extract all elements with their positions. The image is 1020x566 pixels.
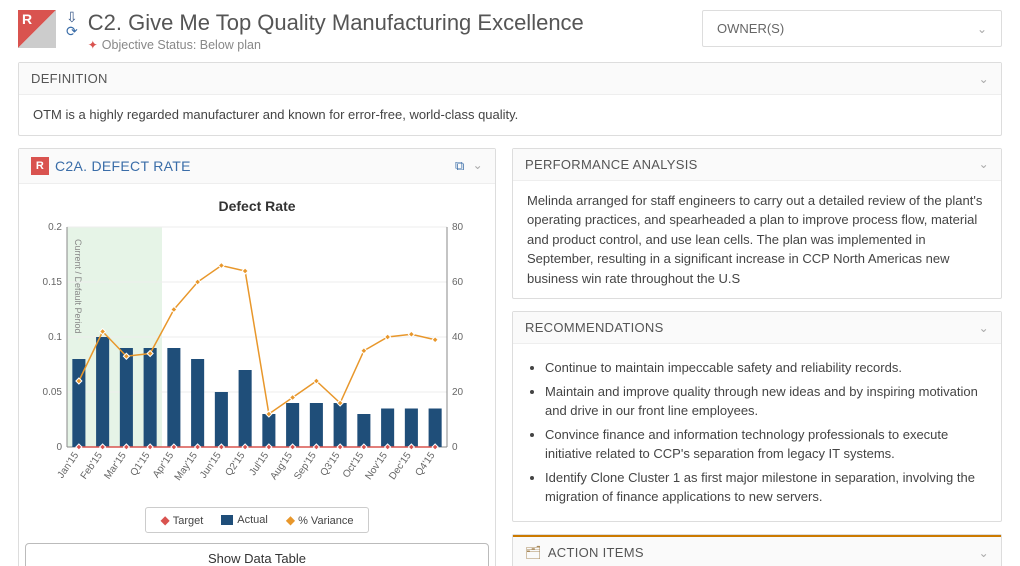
svg-text:80: 80	[452, 222, 464, 233]
svg-text:Q3'15: Q3'15	[318, 450, 342, 478]
page-title: C2. Give Me Top Quality Manufacturing Ex…	[88, 10, 682, 36]
chart-status-badge: R	[31, 157, 49, 175]
recommendation-item: Maintain and improve quality through new…	[545, 382, 987, 421]
svg-text:Mar'15: Mar'15	[102, 450, 129, 481]
chart-header: R C2A. DEFECT RATE ⧉ ⌄	[19, 149, 495, 184]
svg-text:20: 20	[452, 387, 464, 398]
status-marker-icon: ✦	[88, 38, 98, 52]
definition-body: OTM is a highly regarded manufacturer an…	[19, 95, 1001, 135]
recommendations-header[interactable]: RECOMMENDATIONS ⌄	[513, 312, 1001, 344]
svg-text:0.15: 0.15	[43, 277, 63, 288]
chevron-down-icon: ⌄	[979, 546, 989, 560]
recommendation-item: Identify Clone Cluster 1 as first major …	[545, 468, 987, 507]
svg-text:0: 0	[452, 442, 458, 453]
briefcase-icon: 🗂	[525, 545, 542, 561]
svg-text:Sep'15: Sep'15	[292, 450, 319, 482]
trend-arrows-icon: ⇩⟳	[66, 10, 78, 52]
show-data-table-button[interactable]: Show Data Table	[25, 543, 489, 566]
recommendations-body: Continue to maintain impeccable safety a…	[513, 344, 1001, 521]
chevron-down-icon: ⌄	[979, 321, 989, 335]
defect-rate-chart: Current / Default Period 0 0.05 0.1 0.15 0.2 0…	[27, 221, 487, 501]
svg-text:Nov'15: Nov'15	[363, 450, 390, 482]
chart-name: C2A. DEFECT RATE	[55, 158, 191, 174]
svg-text:0.2: 0.2	[48, 222, 62, 233]
chevron-down-icon: ⌄	[979, 72, 989, 86]
recommendations-panel: RECOMMENDATIONS ⌄ Continue to maintain i…	[512, 311, 1002, 522]
objective-status-tile: R	[18, 10, 56, 48]
svg-text:Q1'15: Q1'15	[128, 450, 152, 478]
svg-text:0: 0	[56, 442, 62, 453]
svg-text:Jul'15: Jul'15	[248, 450, 272, 478]
svg-text:Current / Default Period: Current / Default Period	[73, 239, 83, 334]
action-items-header[interactable]: 🗂 ACTION ITEMS ⌄	[513, 537, 1001, 566]
chart-legend: ◆Target Actual ◆% Variance	[145, 507, 368, 534]
owners-dropdown[interactable]: OWNER(S) ⌄	[702, 10, 1002, 47]
svg-text:Q2'15: Q2'15	[223, 450, 247, 478]
objective-status-label: ✦ Objective Status: Below plan	[88, 38, 682, 52]
performance-analysis-panel: PERFORMANCE ANALYSIS ⌄ Melinda arranged …	[512, 148, 1002, 300]
popout-icon[interactable]: ⧉	[455, 158, 465, 174]
recommendation-item: Convince finance and information technol…	[545, 425, 987, 464]
chart-panel: R C2A. DEFECT RATE ⧉ ⌄ Defect Rate Curre…	[18, 148, 496, 566]
svg-text:May'15: May'15	[173, 450, 201, 483]
definition-header[interactable]: DEFINITION ⌄	[19, 63, 1001, 95]
chevron-down-icon[interactable]: ⌄	[473, 158, 483, 174]
svg-text:0.05: 0.05	[43, 387, 63, 398]
svg-text:Q4'15: Q4'15	[413, 450, 437, 478]
definition-panel: DEFINITION ⌄ OTM is a highly regarded ma…	[18, 62, 1002, 136]
svg-text:Aug'15: Aug'15	[268, 450, 295, 482]
svg-text:Jan'15: Jan'15	[56, 450, 82, 481]
chevron-down-icon: ⌄	[979, 157, 989, 171]
svg-text:0.1: 0.1	[48, 332, 62, 343]
svg-text:40: 40	[452, 332, 464, 343]
performance-analysis-header[interactable]: PERFORMANCE ANALYSIS ⌄	[513, 149, 1001, 181]
chevron-down-icon: ⌄	[977, 22, 987, 36]
chart-title: Defect Rate	[25, 196, 489, 217]
action-items-panel: 🗂 ACTION ITEMS ⌄	[512, 534, 1002, 566]
svg-text:60: 60	[452, 277, 464, 288]
svg-text:Dec'15: Dec'15	[387, 450, 414, 482]
recommendation-item: Continue to maintain impeccable safety a…	[545, 358, 987, 378]
performance-analysis-body: Melinda arranged for staff engineers to …	[513, 181, 1001, 299]
svg-text:Feb'15: Feb'15	[79, 450, 106, 481]
svg-text:Jun'15: Jun'15	[198, 450, 224, 481]
